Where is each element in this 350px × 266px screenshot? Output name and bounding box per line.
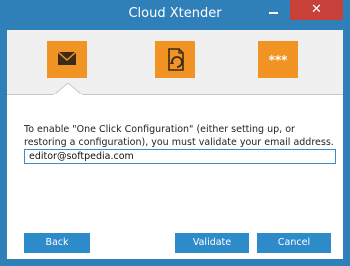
envelope-icon <box>57 51 77 65</box>
step-restore <box>155 41 195 78</box>
cancel-button[interactable]: Cancel <box>257 233 331 253</box>
validate-button[interactable]: Validate <box>175 233 249 253</box>
step-indicator: *** <box>7 30 343 95</box>
email-field[interactable] <box>24 149 336 164</box>
step-email <box>47 41 87 78</box>
document-refresh-icon <box>168 48 184 71</box>
svg-text:***: *** <box>269 53 289 67</box>
app-window: Cloud Xtender ✕ *** To enable "One Click… <box>0 0 350 266</box>
title-bar[interactable]: Cloud Xtender ✕ <box>0 0 350 30</box>
minimize-button[interactable] <box>261 1 286 19</box>
close-button[interactable]: ✕ <box>290 0 343 20</box>
wizard-panel: *** To enable "One Click Configuration" … <box>7 30 343 259</box>
password-icon: *** <box>269 53 289 67</box>
step-password: *** <box>258 41 298 78</box>
back-button[interactable]: Back <box>24 233 90 253</box>
